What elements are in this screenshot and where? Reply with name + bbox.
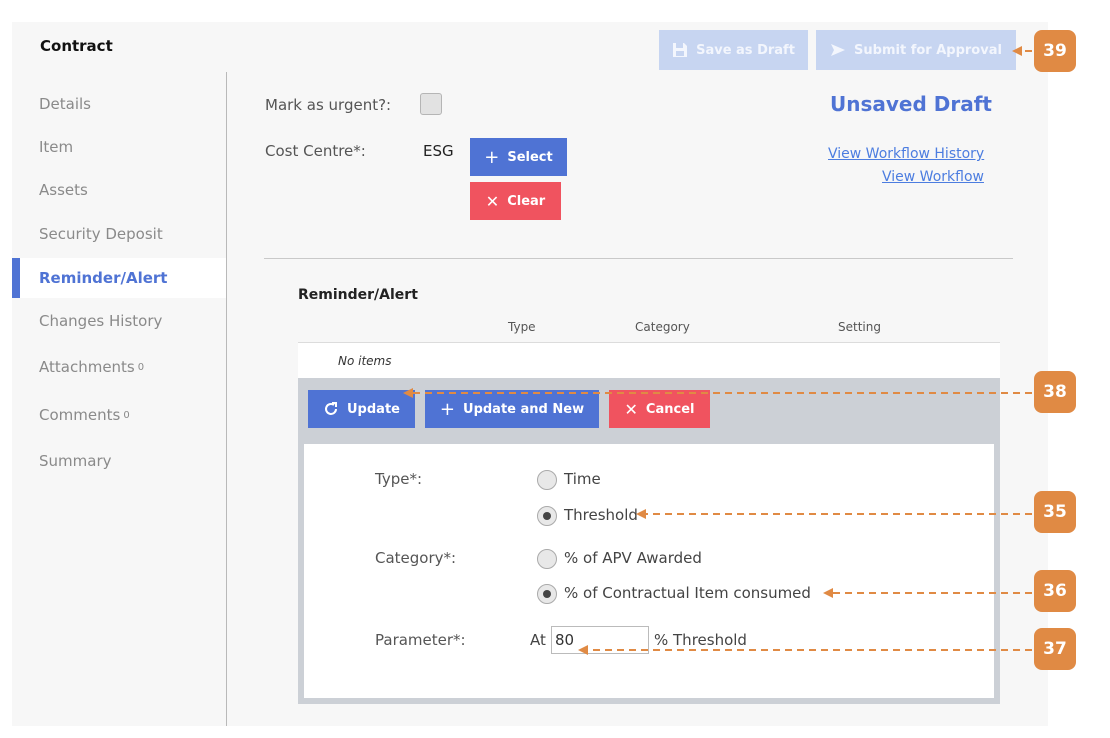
callout-badge-36: 36: [1034, 570, 1076, 612]
callout-badge-39: 39: [1034, 30, 1076, 72]
callout-36-arrowhead: [823, 588, 833, 598]
callout-39-arrowhead: [1012, 46, 1022, 56]
annotation-overlay: [403, 46, 1032, 655]
callout-badge-35: 35: [1034, 491, 1076, 533]
callout-badge-38: 38: [1034, 371, 1076, 413]
callout-37-arrowhead: [578, 645, 588, 655]
callout-38-arrowhead: [403, 388, 413, 398]
callout-35-arrowhead: [636, 509, 646, 519]
callout-badge-37: 37: [1034, 628, 1076, 670]
